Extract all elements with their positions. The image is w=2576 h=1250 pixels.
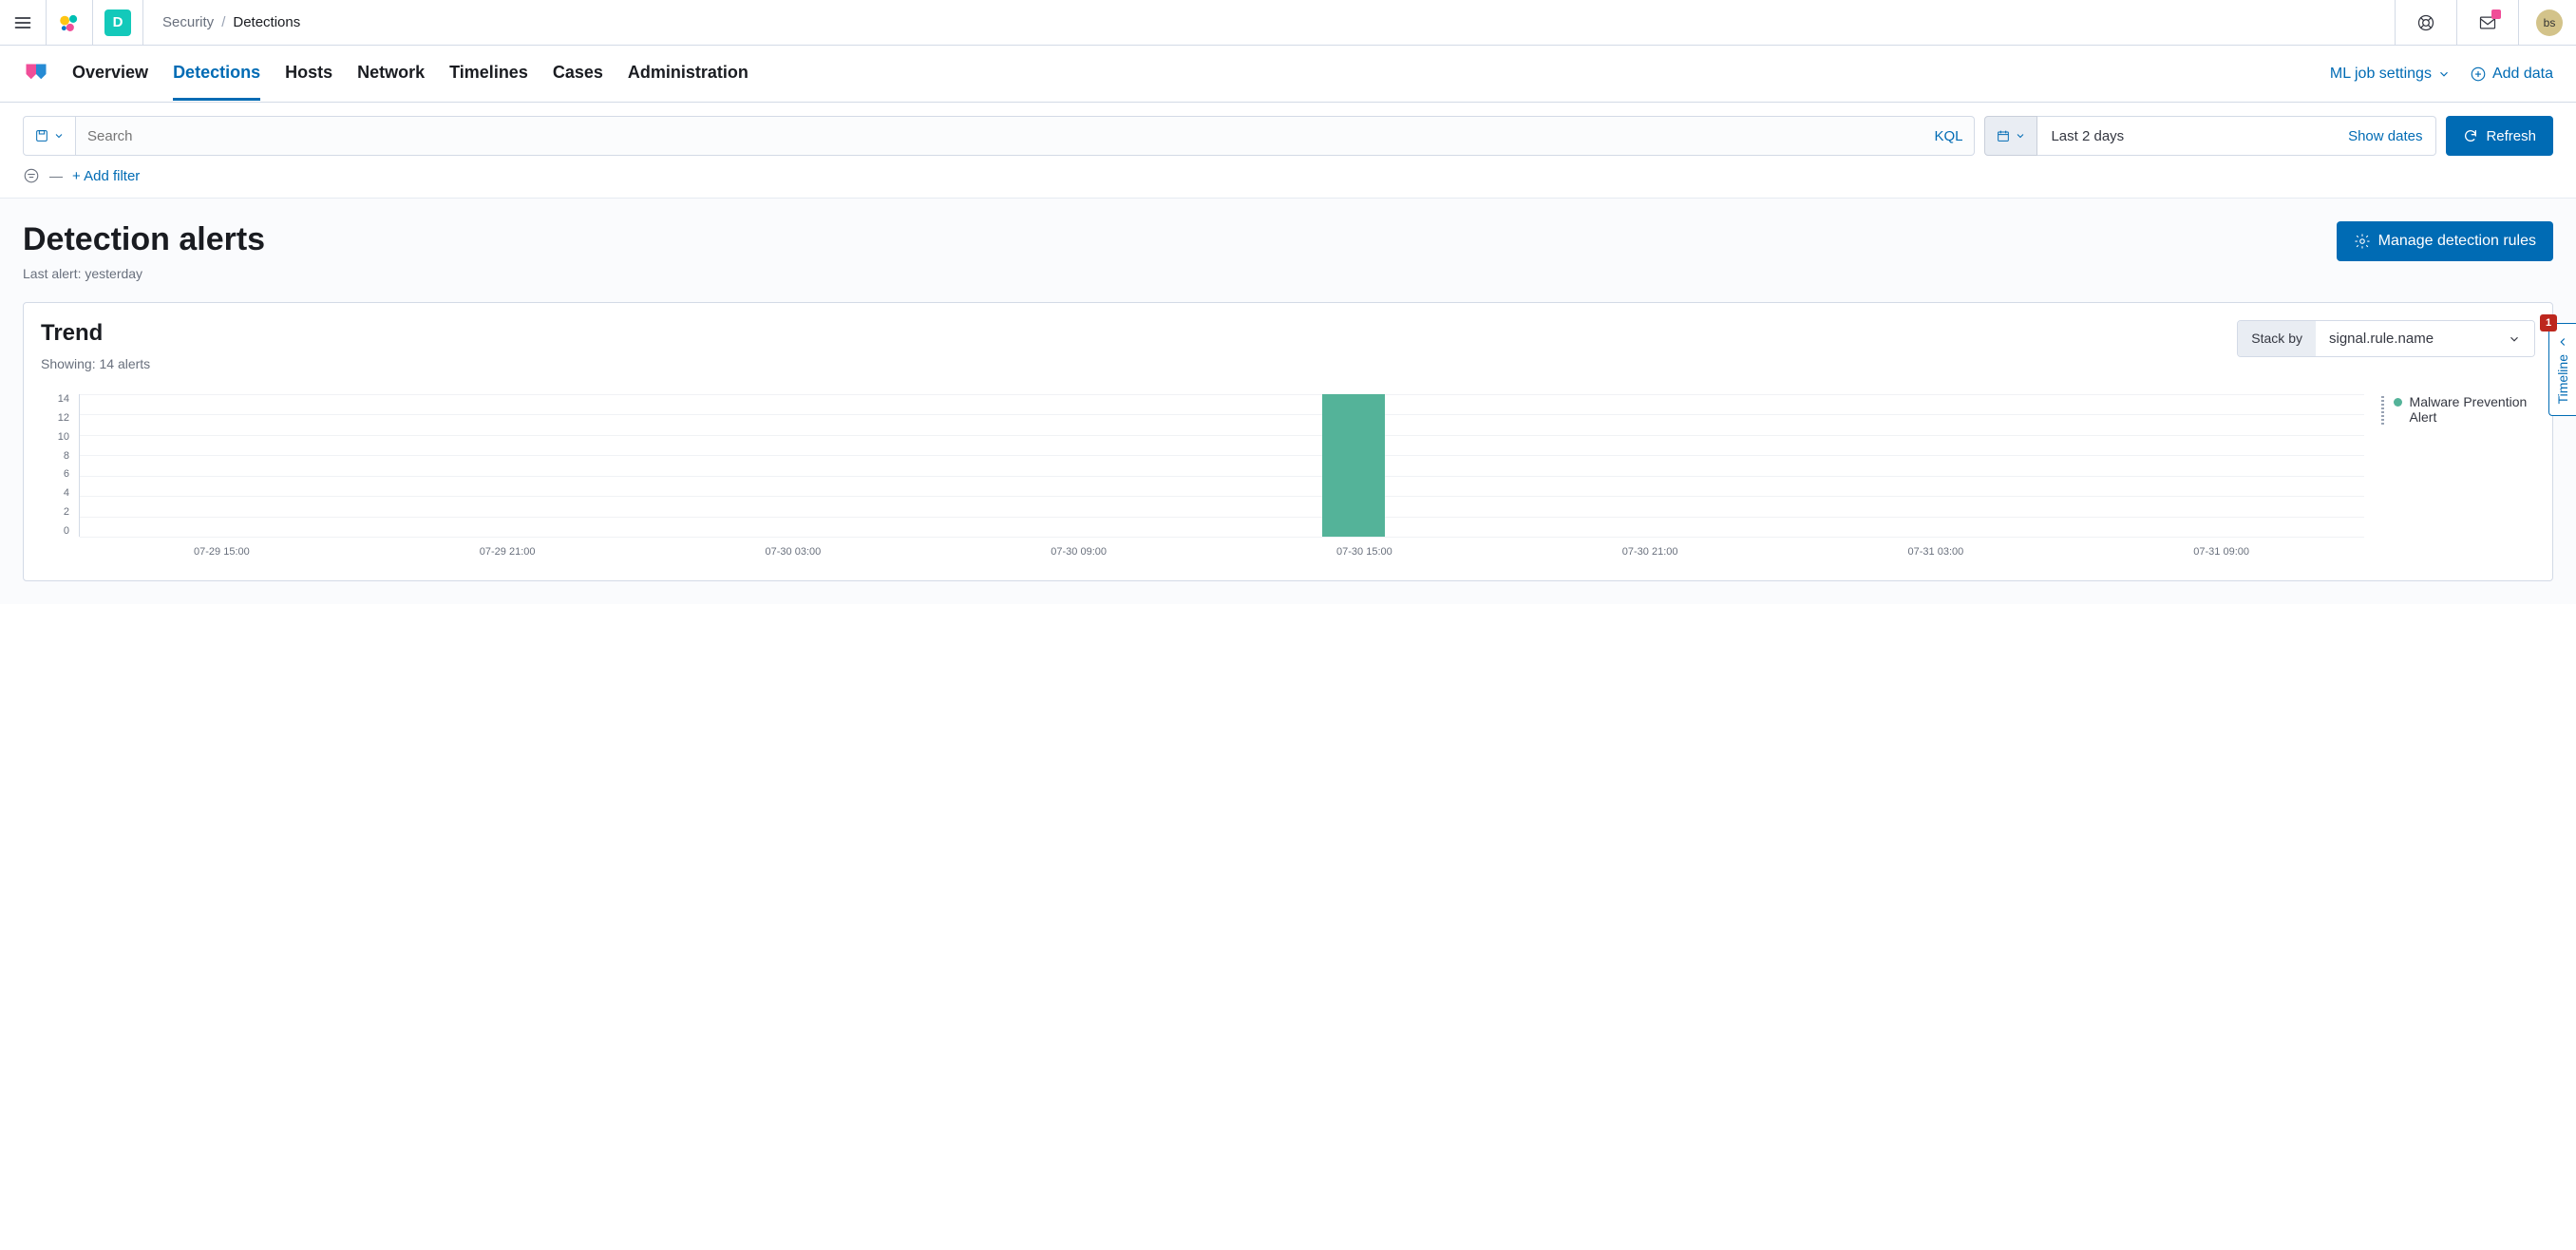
show-dates-link[interactable]: Show dates xyxy=(2348,128,2422,144)
search-filter-bar: KQL Last 2 days Show dates Refresh — + A… xyxy=(0,103,2576,198)
security-app-logo xyxy=(23,61,49,87)
panel-title: Trend xyxy=(41,320,150,347)
y-tick: 4 xyxy=(41,488,69,499)
y-tick: 2 xyxy=(41,507,69,518)
tab-overview[interactable]: Overview xyxy=(72,47,148,101)
separator xyxy=(2456,0,2457,46)
calendar-icon xyxy=(1996,128,2011,143)
legend-item[interactable]: Malware Prevention Alert xyxy=(2381,394,2535,425)
top-header: D Security / Detections bs xyxy=(0,0,2576,46)
stack-by-control: Stack by signal.rule.name xyxy=(2237,320,2535,357)
breadcrumb: Security / Detections xyxy=(162,14,300,30)
search-input[interactable] xyxy=(87,128,1934,144)
kql-toggle[interactable]: KQL xyxy=(1934,128,1962,144)
shield-icon xyxy=(23,61,49,87)
filter-dash: — xyxy=(49,168,63,183)
main-content: Detection alerts Last alert: yesterday M… xyxy=(0,198,2576,604)
add-data-link[interactable]: Add data xyxy=(2470,66,2553,83)
elastic-logo-icon xyxy=(57,10,82,35)
manage-rules-button[interactable]: Manage detection rules xyxy=(2337,221,2553,261)
separator xyxy=(2518,0,2519,46)
legend-label: Malware Prevention Alert xyxy=(2410,394,2535,425)
trend-panel: Trend Showing: 14 alerts Stack by signal… xyxy=(23,302,2553,581)
y-tick: 6 xyxy=(41,469,69,480)
filter-icon[interactable] xyxy=(23,167,40,184)
timeline-label: Timeline xyxy=(2555,354,2570,404)
gear-icon xyxy=(2354,233,2371,250)
trend-chart: 14121086420 07-29 15:0007-29 21:0007-30 … xyxy=(41,394,2535,563)
manage-rules-label: Manage detection rules xyxy=(2378,233,2536,250)
separator xyxy=(142,0,143,46)
separator xyxy=(46,0,47,46)
refresh-icon xyxy=(2463,128,2478,143)
timeline-badge: 1 xyxy=(2540,314,2557,331)
x-tick: 07-29 15:00 xyxy=(79,546,365,558)
chevron-down-icon xyxy=(2437,67,2451,81)
y-tick: 14 xyxy=(41,394,69,405)
page-title: Detection alerts xyxy=(23,221,265,258)
tab-administration[interactable]: Administration xyxy=(628,47,748,101)
breadcrumb-parent[interactable]: Security xyxy=(162,14,214,30)
date-range-display[interactable]: Last 2 days Show dates xyxy=(2037,116,2436,156)
page-subtitle: Last alert: yesterday xyxy=(23,266,265,281)
chevron-left-icon xyxy=(2556,335,2569,349)
legend-swatch xyxy=(2394,398,2402,407)
app-nav: Overview Detections Hosts Network Timelines C… xyxy=(0,46,2576,103)
saved-query-button[interactable] xyxy=(23,116,76,156)
y-tick: 10 xyxy=(41,432,69,443)
tab-timelines[interactable]: Timelines xyxy=(449,47,528,101)
x-tick: 07-31 09:00 xyxy=(2078,546,2364,558)
separator xyxy=(92,0,93,46)
notification-dot xyxy=(2491,9,2501,19)
help-button[interactable] xyxy=(2407,4,2445,42)
breadcrumb-separator: / xyxy=(221,14,225,30)
tab-network[interactable]: Network xyxy=(357,47,425,101)
panel-subtitle: Showing: 14 alerts xyxy=(41,356,150,371)
separator xyxy=(2395,0,2396,46)
chart-bar[interactable] xyxy=(1322,394,1385,537)
x-tick: 07-29 21:00 xyxy=(365,546,651,558)
y-tick: 12 xyxy=(41,413,69,424)
x-tick: 07-30 09:00 xyxy=(936,546,1222,558)
chevron-down-icon xyxy=(53,130,65,142)
refresh-button[interactable]: Refresh xyxy=(2446,116,2553,156)
elastic-logo[interactable] xyxy=(54,8,85,38)
y-tick: 0 xyxy=(41,526,69,537)
x-tick: 07-30 03:00 xyxy=(651,546,937,558)
add-filter-link[interactable]: + Add filter xyxy=(72,168,140,184)
refresh-label: Refresh xyxy=(2486,128,2536,144)
newsfeed-button[interactable] xyxy=(2469,4,2507,42)
hamburger-icon xyxy=(13,13,32,32)
date-picker-button[interactable] xyxy=(1984,116,2037,156)
chevron-down-icon xyxy=(2015,130,2026,142)
chevron-down-icon xyxy=(2508,332,2521,346)
add-data-label: Add data xyxy=(2492,66,2553,83)
x-tick: 07-30 15:00 xyxy=(1222,546,1507,558)
tab-hosts[interactable]: Hosts xyxy=(285,47,332,101)
search-input-wrap[interactable]: KQL xyxy=(76,116,1975,156)
chart-legend: Malware Prevention Alert xyxy=(2364,394,2535,558)
x-tick: 07-31 03:00 xyxy=(1793,546,2079,558)
app-tabs: Overview Detections Hosts Network Timelines C… xyxy=(72,47,748,101)
stack-by-label: Stack by xyxy=(2238,321,2316,356)
y-tick: 8 xyxy=(41,451,69,462)
user-avatar[interactable]: bs xyxy=(2536,9,2563,36)
space-selector[interactable]: D xyxy=(104,9,131,36)
ml-job-settings-label: ML job settings xyxy=(2330,66,2432,83)
tab-cases[interactable]: Cases xyxy=(553,47,603,101)
plus-circle-icon xyxy=(2470,66,2487,83)
tab-detections[interactable]: Detections xyxy=(173,47,260,101)
date-range-text: Last 2 days xyxy=(2051,128,2348,144)
menu-toggle[interactable] xyxy=(8,8,38,38)
lifebuoy-icon xyxy=(2416,13,2435,32)
timeline-flyout-tab[interactable]: 1 Timeline xyxy=(2548,323,2576,416)
save-icon xyxy=(34,128,49,143)
ml-job-settings[interactable]: ML job settings xyxy=(2330,66,2451,83)
stack-by-select[interactable]: signal.rule.name xyxy=(2316,321,2534,356)
stack-by-value: signal.rule.name xyxy=(2329,331,2434,347)
breadcrumb-current: Detections xyxy=(233,14,300,30)
x-tick: 07-30 21:00 xyxy=(1507,546,1793,558)
